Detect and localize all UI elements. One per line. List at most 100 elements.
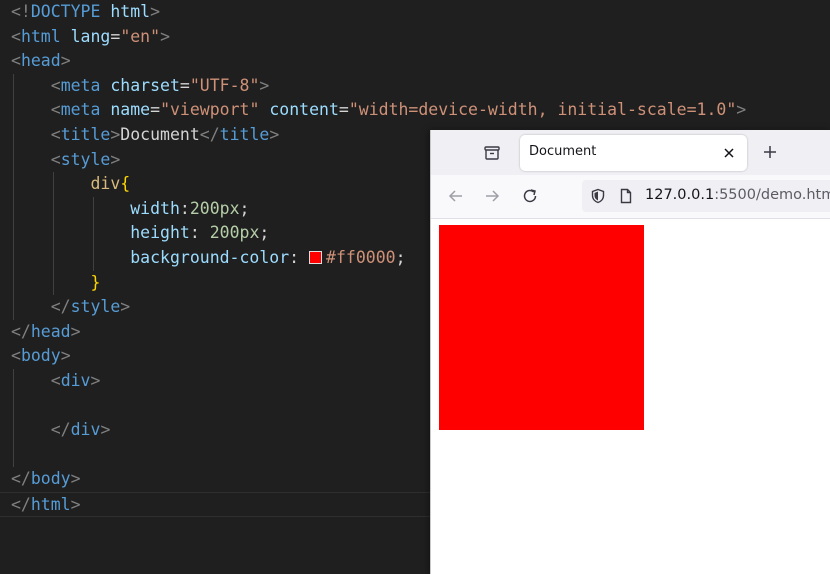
code-token: meta [60,75,101,95]
code-token: "UTF-8" [189,75,260,95]
code-token: body [20,346,61,366]
code-token: title [60,125,111,144]
code-token: > [120,297,131,317]
code-line[interactable]: </body> [0,467,81,492]
code-token: div [60,371,91,390]
code-token: style [60,149,111,169]
arrow-right-icon[interactable] [483,187,501,205]
code-line[interactable]: <meta name="viewport" content="width=dev… [0,98,746,123]
page-viewport [431,219,830,574]
code-token: html [110,2,151,21]
code-token: head [20,51,61,71]
code-token: > [70,321,81,341]
shield-icon[interactable] [590,188,606,204]
browser-window: Document 127.0.0.1:5500/demo.html [430,130,830,574]
code-line[interactable]: <style> [0,148,121,173]
code-token: > [110,125,121,144]
code-token: < [50,75,61,95]
code-token: "en" [120,26,161,46]
plus-icon[interactable] [762,144,778,160]
code-line[interactable]: height: 200px; [0,221,269,246]
code-token: = [110,26,121,46]
code-token: } [90,272,101,292]
code-token: > [70,469,81,489]
code-line[interactable]: <html lang="en"> [0,25,170,50]
code-token: </ [50,420,71,440]
code-token: 200px [189,198,240,218]
code-line[interactable]: </div> [0,418,111,443]
code-token: < [11,51,21,71]
tab-overview-icon[interactable] [483,144,501,162]
reload-icon[interactable] [521,187,539,205]
code-token: DOCTYPE [30,2,101,21]
code-token: > [100,420,111,440]
url-text[interactable]: 127.0.0.1:5500/demo.html [645,187,830,203]
code-token: > [150,2,161,21]
code-token: Document [120,125,200,144]
code-token: > [70,495,81,514]
page-icon[interactable] [618,188,634,204]
color-swatch-icon[interactable] [309,251,323,264]
code-token: ; [259,223,270,243]
code-line[interactable]: div{ [0,172,130,197]
indent-guide [13,73,14,320]
code-token: charset [110,75,180,95]
code-token: </ [50,297,71,317]
red-div-box [439,225,644,430]
indent-guide [53,172,54,296]
code-token: > [736,100,747,120]
code-token: </ [11,469,31,489]
code-token: background-color [130,248,290,267]
code-token: < [11,346,21,366]
code-token: < [11,26,21,46]
code-token: content [269,100,339,120]
code-token: { [120,174,131,194]
code-token: html [30,495,71,514]
code-token: = [338,100,349,120]
code-token: "width=device-width, initial-scale=1.0" [348,100,737,120]
code-token: height [130,223,190,243]
tab-document[interactable]: Document [520,135,747,171]
code-token: </ [199,125,220,144]
code-token: < [50,100,61,120]
code-line[interactable]: <div> [0,369,101,394]
url-bar[interactable]: 127.0.0.1:5500/demo.html [582,180,830,212]
close-icon[interactable] [722,146,736,160]
code-token: style [70,297,121,317]
code-line[interactable]: </style> [0,295,130,320]
code-line[interactable]: <title>Document</title> [0,123,280,148]
code-line[interactable]: </head> [0,320,81,345]
code-token: > [259,75,270,95]
code-line[interactable]: <body> [0,344,71,369]
code-token: lang [70,26,111,46]
code-token: </ [11,495,31,514]
code-token: head [30,321,71,341]
code-line[interactable]: } [0,271,100,296]
arrow-left-icon[interactable] [447,187,465,205]
code-token: 200px [209,223,260,243]
code-token: name [110,100,151,120]
code-line[interactable] [0,394,11,419]
code-token: > [90,371,101,390]
code-line[interactable]: width:200px; [0,197,249,222]
code-token: > [269,125,280,144]
code-line[interactable] [0,443,11,468]
code-line[interactable]: <meta charset="UTF-8"> [0,74,270,99]
code-token: > [60,346,71,366]
code-token: < [50,371,61,390]
code-line[interactable]: <head> [0,49,71,74]
code-line[interactable]: background-color: #ff0000; [0,246,405,271]
code-line[interactable]: <!DOCTYPE html> [0,0,160,25]
url-host: 127.0.0.1 [645,187,715,203]
